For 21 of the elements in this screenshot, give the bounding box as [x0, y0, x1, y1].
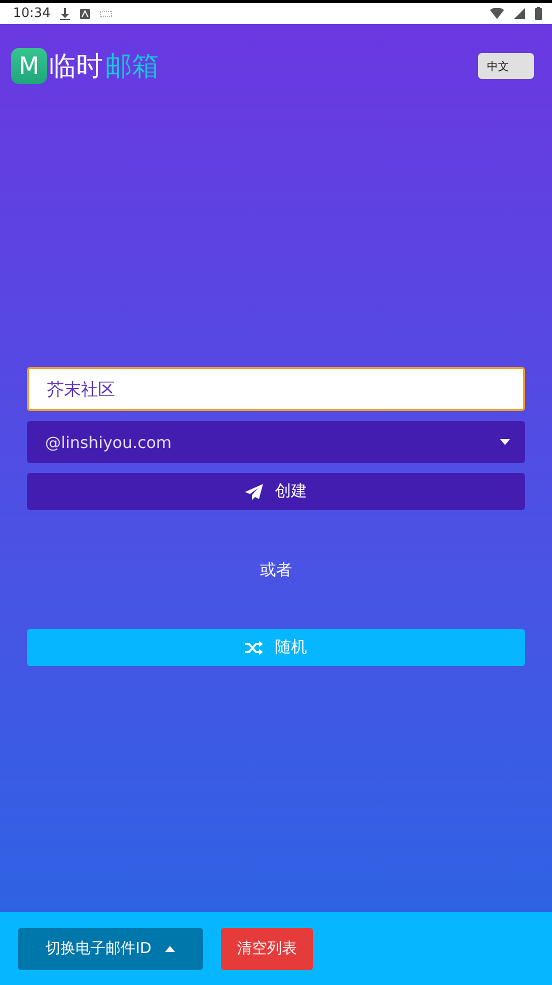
separator-text: 或者 [260, 560, 292, 581]
language-button[interactable]: 中文 [478, 53, 534, 79]
logo-mark: M [11, 48, 47, 84]
domain-select[interactable]: @linshiyou.com [27, 421, 525, 463]
caret-up-icon [165, 946, 176, 952]
name-input-field[interactable]: 芥末社区 [27, 367, 525, 411]
shuffle-icon [245, 640, 263, 654]
download-icon [60, 8, 70, 20]
logo-text: 临时 [49, 50, 103, 84]
send-icon [245, 484, 263, 500]
wifi-icon [490, 8, 504, 19]
status-time: 10:34 [13, 6, 50, 21]
app-icon [80, 8, 90, 18]
signal-icon [514, 8, 525, 19]
logo-text: 邮箱 [105, 50, 159, 84]
switch-email-button[interactable]: 切换电子邮件ID [18, 928, 203, 970]
create-button[interactable]: 创建 [27, 473, 525, 510]
clear-list-button[interactable]: 清空列表 [221, 928, 313, 970]
battery-icon [535, 7, 542, 20]
keyboard-icon [100, 10, 112, 16]
caret-down-icon [500, 439, 510, 445]
